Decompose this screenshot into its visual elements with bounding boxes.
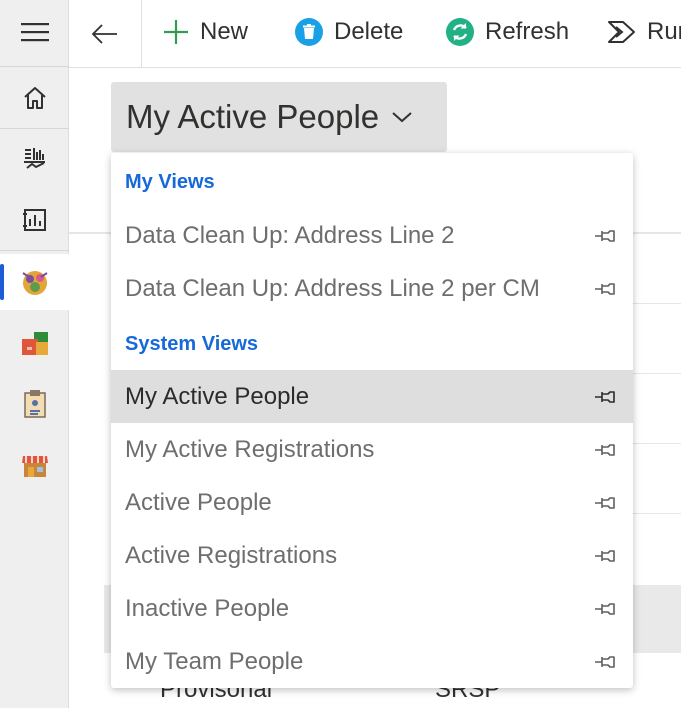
view-item[interactable]: Data Clean Up: Address Line 2 per CM: [111, 262, 633, 315]
new-button-label: New: [200, 18, 249, 45]
nav-active-indicator: [0, 264, 4, 300]
nav-item-home[interactable]: [0, 70, 69, 126]
grid-divider: [633, 232, 681, 234]
view-selector-title: My Active People: [126, 98, 380, 135]
nav-item-dashboard[interactable]: [0, 130, 69, 186]
view-item[interactable]: Data Clean Up: Address Line 2: [111, 209, 633, 262]
nav-divider: [0, 128, 69, 129]
view-item[interactable]: Active People: [111, 476, 633, 529]
folders-icon: [21, 332, 48, 355]
refresh-icon: [446, 18, 474, 46]
view-item-label: Active People: [125, 488, 272, 516]
nav-item-reports[interactable]: [0, 192, 69, 248]
back-arrow-icon: [91, 24, 117, 44]
plus-icon: [164, 20, 188, 44]
clipboard-icon: [23, 390, 46, 418]
nav-divider: [0, 250, 69, 251]
nav-item-folders[interactable]: [0, 316, 69, 372]
grid-divider: [633, 303, 681, 304]
nav-item-store[interactable]: [0, 438, 69, 494]
my-views-header: My Views: [125, 171, 215, 193]
view-item[interactable]: Active Registrations: [111, 529, 633, 582]
dashboard-icon: [23, 148, 45, 169]
view-item-label: Inactive People: [125, 594, 290, 622]
view-item[interactable]: Inactive People: [111, 582, 633, 635]
view-item-label: Data Clean Up: Address Line 2: [125, 221, 455, 249]
hamburger-menu-button[interactable]: [0, 4, 69, 60]
left-nav-rail: [0, 0, 69, 708]
grid-divider: [633, 373, 681, 374]
people-icon: [21, 271, 48, 295]
new-button[interactable]: New: [162, 0, 248, 64]
pin-icon[interactable]: [593, 279, 621, 299]
view-item-label: My Active Registrations: [125, 435, 375, 463]
view-item-label: Active Registrations: [125, 541, 338, 569]
pin-icon[interactable]: [593, 440, 621, 460]
delete-button-label: Delete: [334, 18, 404, 45]
back-button[interactable]: [69, 0, 142, 68]
nav-divider: [0, 66, 69, 67]
pin-icon[interactable]: [593, 546, 621, 566]
view-selector-button[interactable]: My Active People: [111, 82, 447, 152]
command-bar: New Delete Refresh Run: [69, 0, 681, 68]
nav-item-people[interactable]: [0, 254, 69, 310]
view-item-label: My Team People: [125, 647, 304, 675]
run-flow-button[interactable]: Run: [607, 0, 681, 64]
pin-icon[interactable]: [593, 387, 621, 407]
view-item[interactable]: My Active Registrations: [111, 423, 633, 476]
refresh-button-label: Refresh: [485, 18, 570, 45]
grid-divider: [633, 513, 681, 514]
view-item[interactable]: My Team People: [111, 635, 633, 688]
pin-icon[interactable]: [593, 493, 621, 513]
flow-icon: [608, 21, 635, 43]
pin-icon[interactable]: [593, 652, 621, 672]
pin-icon[interactable]: [593, 226, 621, 246]
delete-button[interactable]: Delete: [294, 0, 403, 64]
hamburger-icon: [20, 23, 49, 42]
view-item-label: Data Clean Up: Address Line 2 per CM: [125, 274, 540, 302]
run-flow-button-label: Run: [647, 18, 681, 45]
nav-item-clipboard[interactable]: [0, 376, 69, 432]
chevron-down-icon: [392, 112, 412, 123]
refresh-button[interactable]: Refresh: [445, 0, 569, 64]
delete-icon: [295, 18, 323, 46]
pin-icon[interactable]: [593, 599, 621, 619]
view-dropdown: My Views Data Clean Up: Address Line 2 D…: [111, 153, 633, 688]
reports-icon: [22, 209, 46, 231]
system-views-header: System Views: [125, 333, 259, 355]
view-item-selected[interactable]: My Active People: [111, 370, 633, 423]
view-item-label: My Active People: [125, 382, 310, 410]
store-icon: [21, 456, 48, 477]
home-icon: [23, 87, 46, 109]
grid-divider: [69, 232, 111, 234]
grid-divider: [633, 443, 681, 444]
